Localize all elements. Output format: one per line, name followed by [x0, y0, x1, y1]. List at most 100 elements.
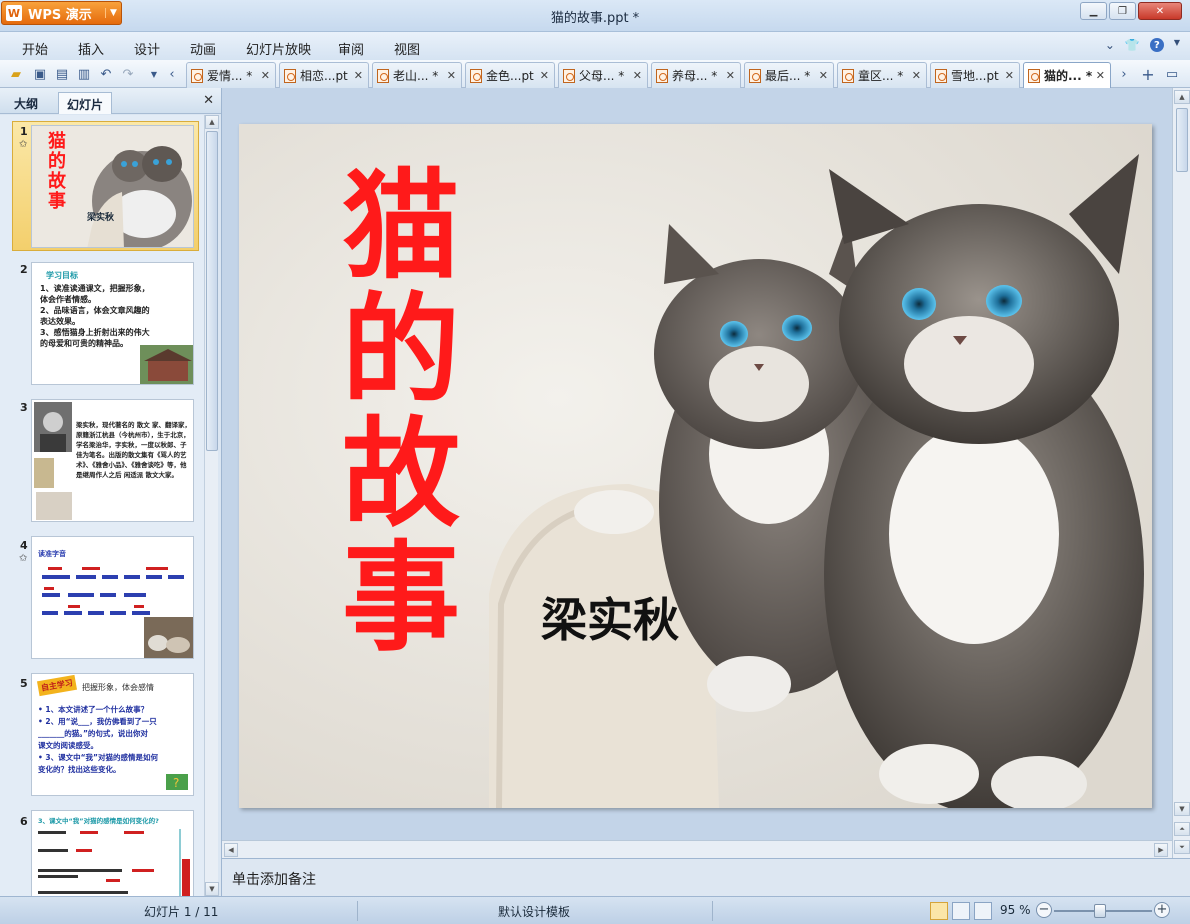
- thumb-heading: 3、课文中“我”对猫的感情是如何变化的?: [38, 817, 159, 825]
- author-photo-thumb: [34, 402, 72, 520]
- close-tab-icon[interactable]: ✕: [912, 69, 921, 82]
- close-tab-icon[interactable]: ✕: [540, 69, 549, 82]
- slide-thumbnail-4[interactable]: 读准字音: [31, 536, 194, 659]
- tab-outline[interactable]: 大纲: [6, 92, 46, 114]
- slide-author[interactable]: 梁实秋: [541, 584, 679, 650]
- help-icon[interactable]: ?: [1149, 38, 1164, 52]
- thumb-title: 猫的故事: [48, 131, 66, 212]
- menu-animation[interactable]: 动画: [190, 39, 216, 58]
- customize-dropdown-icon[interactable]: ▼: [146, 66, 162, 82]
- doc-tab[interactable]: 爱情... * ✕: [186, 62, 276, 88]
- menu-home[interactable]: 开始: [22, 39, 48, 58]
- next-slide-icon[interactable]: ⏷: [1174, 840, 1190, 854]
- scroll-right-icon[interactable]: ▶: [1154, 843, 1168, 857]
- ppt-file-icon: [284, 68, 296, 83]
- slide-thumbnail-6[interactable]: 3、课文中“我”对猫的感情是如何变化的?: [31, 810, 194, 896]
- doc-tab[interactable]: 金色...pt ✕: [465, 62, 555, 88]
- slide-thumbnail-1[interactable]: 猫的故事 梁实秋: [31, 125, 194, 248]
- close-tab-icon[interactable]: ✕: [633, 69, 642, 82]
- close-panel-icon[interactable]: ✕: [203, 93, 214, 108]
- doc-tab[interactable]: 父母... * ✕: [558, 62, 648, 88]
- thumb-line: 的母爱和可贵的精神品。: [40, 339, 128, 348]
- thumb-body-text: 梁实秋，现代著名的 散文 家、翻译家，原籍浙江杭县（今杭州市），生于北京，学名梁…: [76, 421, 192, 479]
- ppt-file-icon: [377, 68, 389, 83]
- scroll-down-icon[interactable]: ▼: [1174, 802, 1190, 816]
- scroll-up-icon[interactable]: ▲: [205, 115, 219, 129]
- animation-star-icon: ✩: [19, 139, 28, 150]
- template-name[interactable]: 默认设计模板: [498, 903, 570, 920]
- menu-design[interactable]: 设计: [134, 39, 160, 58]
- close-tab-icon[interactable]: ✕: [726, 69, 735, 82]
- menu-review[interactable]: 审阅: [338, 39, 364, 58]
- menu-view[interactable]: 视图: [394, 39, 420, 58]
- previous-slide-icon[interactable]: ⏶: [1174, 822, 1190, 836]
- print-icon[interactable]: ▤: [54, 66, 70, 82]
- editor-horizontal-scrollbar[interactable]: ◀ ▶: [222, 840, 1172, 858]
- save-icon[interactable]: ▣: [32, 66, 48, 82]
- editor-vertical-scrollbar[interactable]: ▲ ▼ ⏶ ⏷: [1172, 88, 1190, 858]
- normal-view-icon[interactable]: [930, 902, 948, 920]
- menu-bar: 开始 插入 设计 动画 幻灯片放映 审阅 视图 ⌄ 👕 ? ▼: [0, 32, 1190, 60]
- open-folder-icon[interactable]: ▰: [8, 66, 24, 82]
- notes-placeholder[interactable]: 单击添加备注: [232, 869, 316, 889]
- zoom-in-icon[interactable]: +: [1154, 902, 1170, 918]
- ppt-file-icon: [470, 68, 482, 83]
- skin-shirt-icon[interactable]: 👕: [1125, 38, 1140, 52]
- slide-thumbnail-5[interactable]: 自主学习 把握形象，体会感情 • 1、本文讲述了一个什么故事？ • 2、用“说_…: [31, 673, 194, 796]
- notes-pane[interactable]: 单击添加备注: [222, 858, 1190, 896]
- doc-tab[interactable]: 养母... * ✕: [651, 62, 741, 88]
- slide-sorter-view-icon[interactable]: [952, 902, 970, 920]
- tab-scroll-left-icon[interactable]: ‹: [164, 66, 180, 82]
- print-preview-icon[interactable]: ▥: [76, 66, 92, 82]
- doc-tab-active[interactable]: 猫的... * ✕: [1023, 62, 1111, 88]
- thumb-heading: 读准字音: [38, 550, 66, 558]
- close-tab-icon[interactable]: ✕: [1096, 69, 1105, 82]
- zoom-slider-handle[interactable]: [1094, 904, 1106, 918]
- doc-tab[interactable]: 雪地...pt ✕: [930, 62, 1020, 88]
- ribbon-collapse-icon[interactable]: ⌄: [1105, 38, 1115, 52]
- tab-scroll-right-icon[interactable]: ›: [1116, 66, 1132, 82]
- ppt-file-icon: [1028, 68, 1040, 83]
- thumbnail-number: 3: [20, 401, 28, 414]
- scroll-thumb[interactable]: [206, 131, 218, 451]
- thumbnails-scrollbar[interactable]: ▲ ▼: [204, 115, 219, 896]
- doc-tab[interactable]: 相恋...pt ✕: [279, 62, 369, 88]
- current-slide[interactable]: 猫的故事 梁实秋: [239, 124, 1152, 808]
- help-dropdown-icon[interactable]: ▼: [1174, 38, 1180, 52]
- slideshow-view-icon[interactable]: [974, 902, 992, 920]
- status-bar: 幻灯片 1 / 11 默认设计模板 95 % − +: [0, 896, 1190, 924]
- tab-list-icon[interactable]: ▭: [1164, 66, 1180, 82]
- thumb-line: • 3、课文中“我”对猫的感情是如何: [38, 753, 158, 762]
- slide-thumbnail-2[interactable]: 学习目标 1、读准读通课文，把握形象， 体会作者情感。 2、品味语言，体会文章风…: [31, 262, 194, 385]
- tab-slides[interactable]: 幻灯片: [58, 92, 113, 114]
- maximize-button[interactable]: ❐: [1109, 2, 1136, 20]
- thumb-line: 1、读准读通课文，把握形象，: [40, 284, 150, 293]
- close-tab-icon[interactable]: ✕: [447, 69, 456, 82]
- menu-insert[interactable]: 插入: [78, 39, 104, 58]
- doc-tab[interactable]: 童区... * ✕: [837, 62, 927, 88]
- doc-tab[interactable]: 最后... * ✕: [744, 62, 834, 88]
- redo-icon[interactable]: ↷: [120, 66, 136, 82]
- minimize-button[interactable]: ▁: [1080, 2, 1107, 20]
- scroll-up-icon[interactable]: ▲: [1174, 90, 1190, 104]
- slide-thumbnail-3[interactable]: 梁实秋，现代著名的 散文 家、翻译家，原籍浙江杭县（今杭州市），生于北京，学名梁…: [31, 399, 194, 522]
- ppt-file-icon: [656, 68, 668, 83]
- close-tab-icon[interactable]: ✕: [354, 69, 363, 82]
- menu-slideshow[interactable]: 幻灯片放映: [246, 39, 311, 58]
- slide-title[interactable]: 猫的故事: [331, 164, 471, 660]
- scroll-left-icon[interactable]: ◀: [224, 843, 238, 857]
- scroll-down-icon[interactable]: ▼: [205, 882, 219, 896]
- zoom-out-icon[interactable]: −: [1036, 902, 1052, 918]
- close-tab-icon[interactable]: ✕: [261, 69, 270, 82]
- thumb-line: 2、品味语言，体会文章风趣的: [40, 306, 150, 315]
- close-window-button[interactable]: ✕: [1138, 2, 1182, 20]
- close-tab-icon[interactable]: ✕: [819, 69, 828, 82]
- new-tab-plus-icon[interactable]: +: [1140, 65, 1156, 84]
- close-tab-icon[interactable]: ✕: [1005, 69, 1014, 82]
- doc-tab[interactable]: 老山... * ✕: [372, 62, 462, 88]
- thumb-heading: 自主学习: [36, 674, 78, 697]
- animation-star-icon: ✩: [19, 553, 28, 564]
- scroll-thumb[interactable]: [1176, 108, 1188, 172]
- status-divider: [357, 901, 358, 921]
- undo-icon[interactable]: ↶: [98, 66, 114, 82]
